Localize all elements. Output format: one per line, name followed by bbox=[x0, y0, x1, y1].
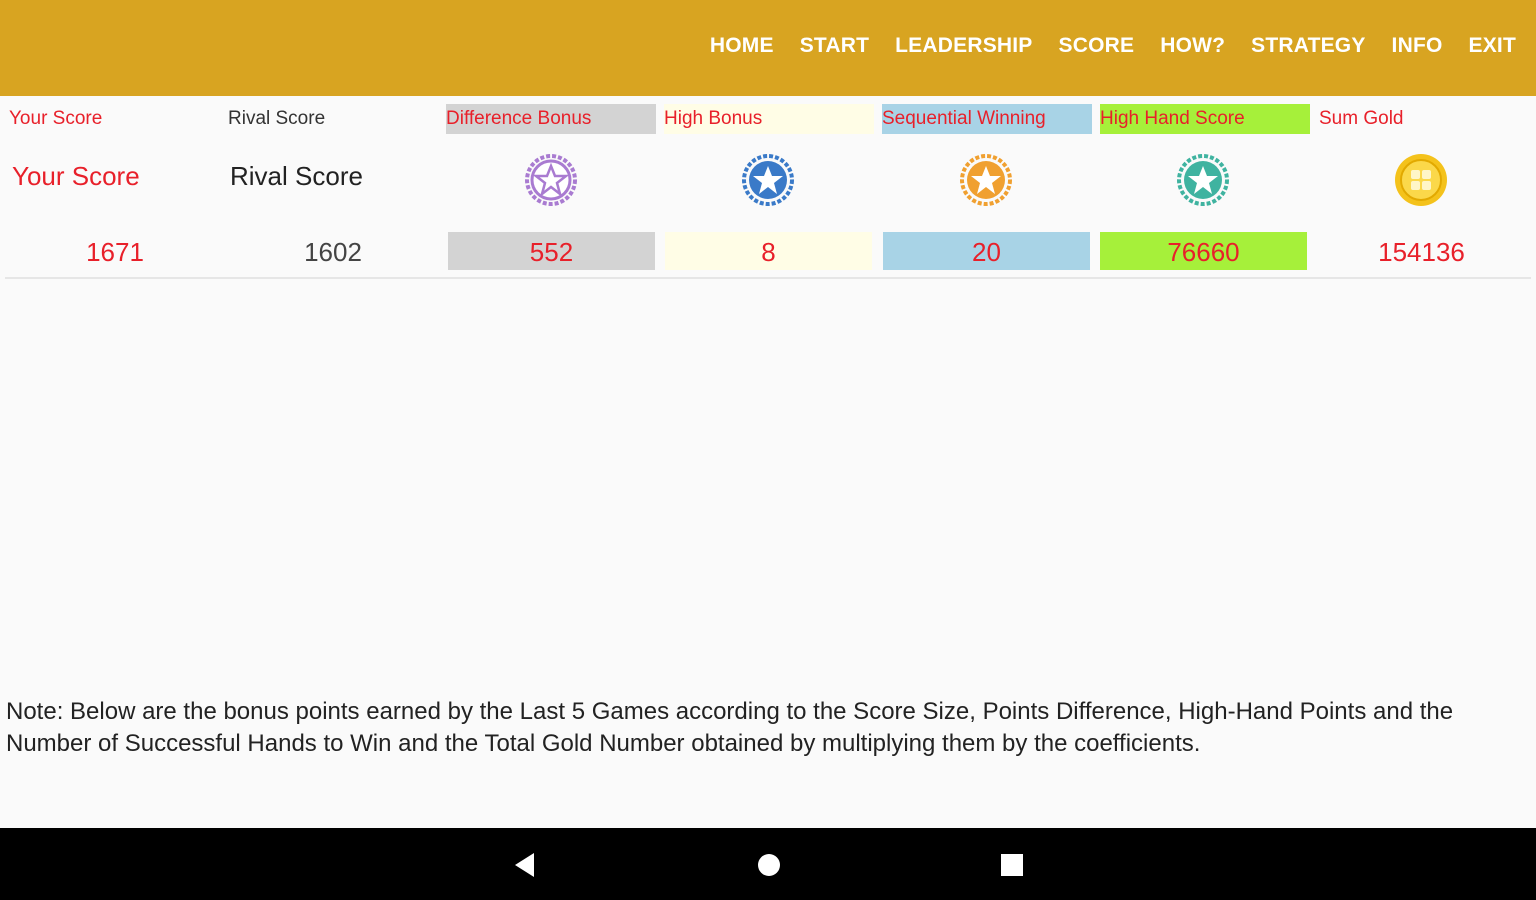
orange-star-medal-icon bbox=[960, 154, 1012, 206]
note-text: Note: Below are the bonus points earned … bbox=[6, 698, 1454, 757]
purple-star-medal-icon bbox=[525, 154, 577, 206]
header-sum-gold: Sum Gold bbox=[1319, 108, 1404, 129]
blue-star-medal-icon bbox=[742, 154, 794, 206]
home-icon[interactable] bbox=[754, 850, 784, 880]
score-values-row: 1671 1602 552 8 20 76660 154136 bbox=[0, 232, 1536, 272]
value-high-hand-score: 76660 bbox=[1100, 232, 1307, 270]
back-icon[interactable] bbox=[510, 850, 540, 880]
header-sequential-winning: Sequential Winning bbox=[882, 104, 1092, 134]
gold-coin-icon bbox=[1395, 154, 1447, 206]
header-your-score: Your Score bbox=[9, 108, 103, 129]
header-rival-score: Rival Score bbox=[228, 108, 326, 129]
nav-how[interactable]: HOW? bbox=[1160, 34, 1225, 58]
score-header-row: Your Score Rival Score Difference Bonus … bbox=[0, 104, 1536, 134]
nav-start[interactable]: START bbox=[800, 34, 869, 58]
row-divider bbox=[5, 277, 1531, 279]
label-rival-score: Rival Score bbox=[230, 161, 363, 191]
value-high-bonus: 8 bbox=[665, 232, 872, 270]
value-rival-score: 1602 bbox=[304, 237, 362, 267]
value-sequential-winning: 20 bbox=[883, 232, 1090, 270]
nav-score[interactable]: SCORE bbox=[1059, 34, 1135, 58]
nav-strategy[interactable]: STRATEGY bbox=[1251, 34, 1365, 58]
value-difference-bonus: 552 bbox=[448, 232, 655, 270]
header-high-hand-score: High Hand Score bbox=[1100, 104, 1310, 134]
header-high-bonus: High Bonus bbox=[664, 104, 874, 134]
value-your-score: 1671 bbox=[86, 237, 144, 267]
nav-home[interactable]: HOME bbox=[710, 34, 774, 58]
value-sum-gold: 154136 bbox=[1378, 237, 1465, 267]
system-nav-bar bbox=[0, 828, 1536, 900]
app-bar: HOME START LEADERSHIP SCORE HOW? STRATEG… bbox=[0, 0, 1536, 96]
teal-star-medal-icon bbox=[1177, 154, 1229, 206]
top-nav: HOME START LEADERSHIP SCORE HOW? STRATEG… bbox=[684, 34, 1516, 58]
recents-icon[interactable] bbox=[997, 850, 1027, 880]
label-your-score: Your Score bbox=[12, 161, 140, 191]
nav-info[interactable]: INFO bbox=[1392, 34, 1443, 58]
header-difference-bonus: Difference Bonus bbox=[446, 104, 656, 134]
nav-leadership[interactable]: LEADERSHIP bbox=[895, 34, 1032, 58]
nav-exit[interactable]: EXIT bbox=[1469, 34, 1516, 58]
